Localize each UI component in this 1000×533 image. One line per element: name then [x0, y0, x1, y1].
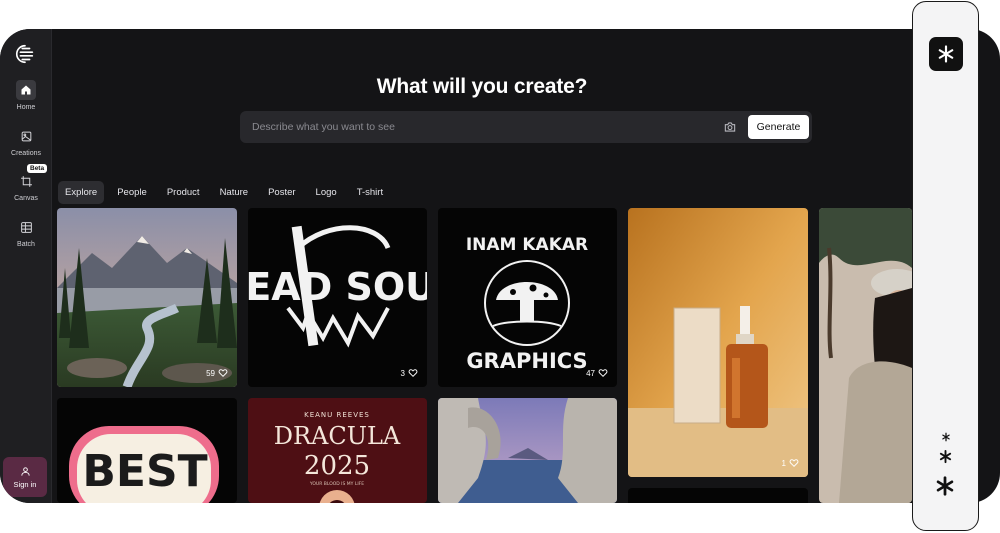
tab-nature[interactable]: Nature	[213, 181, 256, 204]
like-count: 1	[781, 458, 786, 468]
heart-icon	[408, 369, 418, 377]
artwork-text: 2025	[304, 451, 370, 481]
like-counter[interactable]: 1	[782, 458, 799, 468]
sea-arch-image	[438, 398, 617, 503]
tab-explore[interactable]: Explore	[58, 181, 105, 204]
sparkle-icon	[942, 432, 950, 442]
app-window: Home Creations Beta Canvas Batch Sign in	[0, 29, 1000, 503]
gallery-card[interactable]: KEANU REEVES DRACULA 2025 YOUR BLOOD IS …	[248, 398, 427, 503]
sidebar-item-label: Creations	[11, 150, 41, 157]
home-icon	[16, 80, 36, 100]
sidebar-item-home[interactable]: Home	[0, 80, 52, 111]
best-sticker-image: BEST	[69, 426, 219, 503]
mushroom-graphics-image: INAM KAKAR GRAPHICS	[466, 235, 588, 373]
category-tabs: Explore People Product Nature Poster Log…	[58, 181, 390, 204]
serum-bottle-image	[628, 208, 808, 477]
tab-product[interactable]: Product	[160, 181, 207, 204]
sidebar-item-label: Canvas	[14, 195, 38, 202]
artwork-text: KEANU REEVES	[304, 411, 370, 419]
heart-icon	[789, 459, 799, 467]
user-icon	[20, 466, 30, 476]
sidebar-item-label: Batch	[17, 241, 35, 248]
gallery-card[interactable]	[438, 398, 617, 503]
like-count: 3	[400, 368, 405, 378]
artwork-text: INAM KAKAR	[466, 235, 588, 255]
heart-icon	[598, 369, 608, 377]
like-counter[interactable]: 47	[586, 368, 608, 378]
mountain-landscape-image	[57, 208, 237, 387]
camera-icon[interactable]	[723, 120, 737, 134]
right-side-panel	[912, 1, 979, 531]
gallery-card[interactable]: BEST	[57, 398, 237, 503]
like-count: 47	[586, 368, 595, 378]
prompt-bar: Generate	[240, 111, 812, 143]
gallery-card[interactable]: INAM KAKAR GRAPHICS 47	[438, 208, 617, 387]
sidebar-item-canvas[interactable]: Beta Canvas	[0, 164, 52, 202]
sign-in-label: Sign in	[13, 479, 37, 489]
artwork-text: BEST	[82, 446, 207, 497]
page-title: What will you create?	[376, 75, 588, 98]
heart-icon	[218, 369, 228, 377]
gallery-card[interactable]: 1	[628, 208, 808, 477]
artwork-text: GRAPHICS	[466, 349, 587, 373]
tab-tshirt[interactable]: T-shirt	[350, 181, 390, 204]
artwork-text: YOUR BLOOD IS MY LIFE	[309, 481, 364, 487]
sparkle-icon	[939, 449, 952, 464]
tab-poster[interactable]: Poster	[261, 181, 302, 204]
sparkle-icon	[936, 476, 954, 496]
beta-badge: Beta	[27, 164, 48, 173]
dracula-poster-image: KEANU REEVES DRACULA 2025 YOUR BLOOD IS …	[248, 398, 427, 503]
dead-soul-artwork-image: DEAD SOUL	[248, 225, 427, 348]
artwork-text: DEAD SOUL	[248, 265, 427, 309]
batch-grid-icon	[16, 217, 36, 237]
sidebar-item-label: Home	[16, 104, 36, 111]
generate-button[interactable]: Generate	[748, 115, 809, 139]
tab-logo[interactable]: Logo	[309, 181, 344, 204]
gallery-card[interactable]: DEAD SOUL 3	[248, 208, 427, 387]
artwork-text: DRACULA	[274, 422, 401, 450]
tab-people[interactable]: People	[110, 181, 154, 204]
sidebar: Home Creations Beta Canvas Batch Sign in	[0, 29, 52, 503]
image-gallery-icon	[16, 126, 36, 146]
brand-logo-icon[interactable]	[14, 43, 36, 65]
asterisk-logo-icon[interactable]	[929, 37, 963, 71]
crop-canvas-icon	[16, 171, 36, 191]
sidebar-item-batch[interactable]: Batch	[0, 217, 52, 248]
like-counter[interactable]: 3	[401, 368, 418, 378]
gallery-card[interactable]: 59	[57, 208, 237, 387]
woman-portrait-image	[819, 208, 912, 503]
like-counter[interactable]: 59	[206, 368, 228, 378]
gallery-card[interactable]	[819, 208, 912, 503]
gallery-card[interactable]	[628, 488, 808, 503]
like-count: 59	[206, 368, 215, 378]
sign-in-button[interactable]: Sign in	[3, 457, 47, 497]
sidebar-item-creations[interactable]: Creations	[0, 126, 52, 157]
prompt-input[interactable]	[240, 111, 710, 143]
